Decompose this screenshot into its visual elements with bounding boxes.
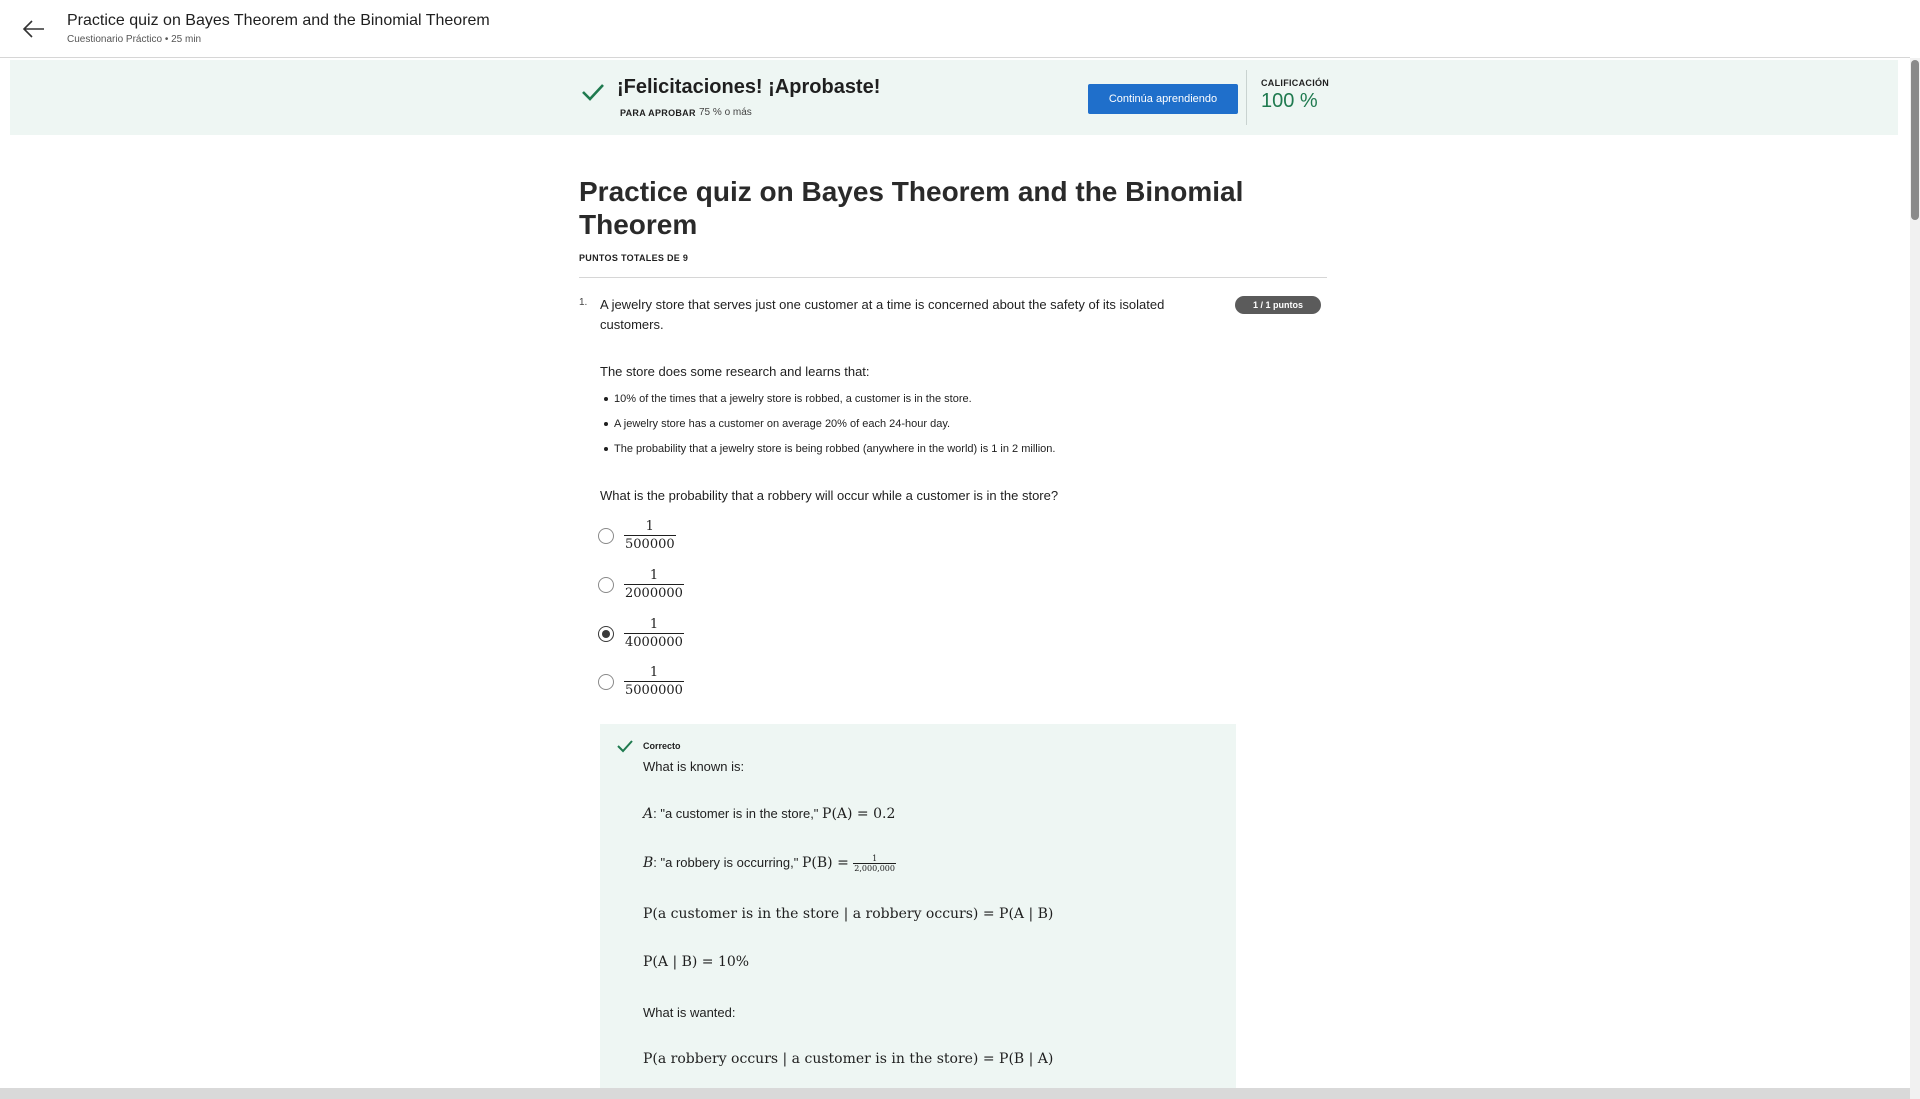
pass-message: ¡Felicitaciones! ¡Aprobaste! xyxy=(617,76,881,98)
facts-list: 10% of the times that a jewelry store is… xyxy=(600,391,1055,466)
divider xyxy=(1246,70,1247,125)
total-points: PUNTOS TOTALES DE 9 xyxy=(579,253,689,263)
fraction: 1 5000000 xyxy=(624,665,684,698)
fraction: 1 500000 xyxy=(624,519,676,552)
feedback-wanted: What is wanted: xyxy=(643,1005,736,1020)
points-badge: 1 / 1 puntos xyxy=(1235,296,1321,314)
radio-button[interactable] xyxy=(598,528,614,544)
feedback-known: What is known is: xyxy=(643,759,745,774)
list-item: A jewelry store has a customer on averag… xyxy=(600,416,1055,441)
fraction: 1 4000000 xyxy=(624,617,684,650)
fraction: 1 2,000,000 xyxy=(853,854,896,873)
checkmark-icon xyxy=(580,79,606,105)
quiz-header: Practice quiz on Bayes Theorem and the B… xyxy=(579,175,1329,278)
radio-button-selected[interactable] xyxy=(598,626,614,642)
feedback-line-wanted: P(a robbery occurs | a customer is in th… xyxy=(643,1051,1054,1067)
radio-button[interactable] xyxy=(598,577,614,593)
pass-threshold-value: 75 % o más xyxy=(699,107,752,118)
feedback-line-b: B: "a robbery is occurring," P(B) = 1 2,… xyxy=(643,854,896,873)
horizontal-scrollbar[interactable] xyxy=(0,1088,1910,1099)
feedback-line-given: P(A | B) = 10% xyxy=(643,954,750,970)
question-text: A jewelry store that serves just one cus… xyxy=(600,297,1165,332)
top-header: Practice quiz on Bayes Theorem and the B… xyxy=(0,0,1910,58)
quiz-title: Practice quiz on Bayes Theorem and the B… xyxy=(579,176,1244,240)
vertical-scrollbar[interactable] xyxy=(1910,58,1920,1099)
divider xyxy=(579,277,1327,278)
question-number: 1. xyxy=(579,297,588,308)
continue-learning-button[interactable]: Continúa aprendiendo xyxy=(1088,84,1238,114)
header-title: Practice quiz on Bayes Theorem and the B… xyxy=(67,12,490,29)
question-prompt: What is the probability that a robbery w… xyxy=(600,488,1059,503)
question-intro: The store does some research and learns … xyxy=(600,364,870,379)
back-arrow-icon[interactable] xyxy=(18,16,48,42)
scrollbar-thumb[interactable] xyxy=(1911,60,1919,220)
header-subtitle: Cuestionario Práctico • 25 min xyxy=(67,34,202,45)
list-item: The probability that a jewelry store is … xyxy=(600,441,1055,466)
feedback-line-a: A: "a customer is in the store," P(A) = … xyxy=(643,806,896,822)
fraction: 1 2000000 xyxy=(624,568,684,601)
grade-label: CALIFICACIÓN xyxy=(1261,78,1330,88)
feedback-panel: Correcto What is known is: A: "a custome… xyxy=(600,724,1236,1088)
grade-value: 100 % xyxy=(1261,90,1318,112)
result-banner: ¡Felicitaciones! ¡Aprobaste! PARA APROBA… xyxy=(10,60,1898,135)
pass-threshold-label: PARA APROBAR xyxy=(620,108,696,118)
feedback-line-conditional: P(a customer is in the store | a robbery… xyxy=(643,906,1054,922)
list-item: 10% of the times that a jewelry store is… xyxy=(600,391,1055,416)
feedback-status: Correcto xyxy=(643,741,681,751)
radio-button[interactable] xyxy=(598,674,614,690)
checkmark-icon xyxy=(616,737,634,755)
